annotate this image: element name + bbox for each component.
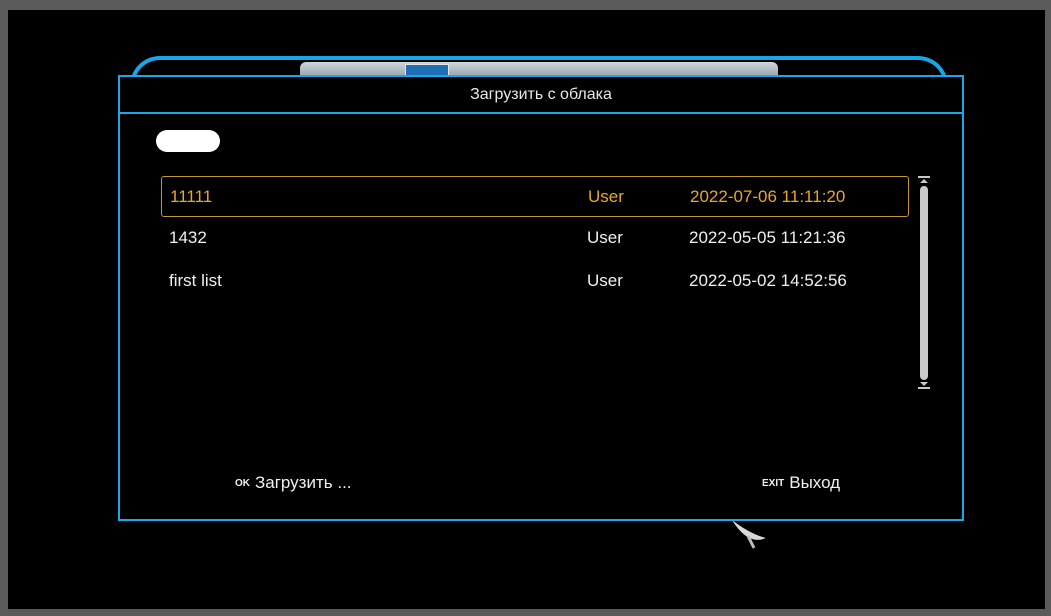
list-row[interactable]: first list User 2022-05-02 14:52:56 — [161, 260, 909, 303]
list-name-indicator — [156, 130, 220, 152]
dialog-footer: OK Загрузить ... EXIT Выход — [120, 473, 962, 497]
cloud-load-dialog: Загрузить с облака 11111 User 2022-07-06… — [118, 75, 964, 521]
scroll-down-icon[interactable] — [918, 381, 930, 389]
row-owner: User — [588, 187, 624, 206]
row-owner: User — [587, 228, 623, 247]
ok-key-icon: OK — [235, 477, 250, 489]
row-owner: User — [587, 271, 623, 290]
row-date: 2022-05-05 11:21:36 — [689, 228, 846, 247]
list-row-selected[interactable]: 11111 User 2022-07-06 11:11:20 — [161, 176, 909, 217]
cloud-list: 11111 User 2022-07-06 11:11:20 1432 User… — [161, 176, 909, 303]
satellite-dish-icon — [732, 520, 766, 549]
scroll-thumb[interactable] — [920, 186, 928, 380]
tv-screen: Загрузить с облака 11111 User 2022-07-06… — [8, 10, 1045, 609]
row-name: first list — [169, 271, 222, 290]
load-hint[interactable]: OK Загрузить ... — [235, 473, 352, 493]
row-date: 2022-05-02 14:52:56 — [689, 271, 847, 290]
row-name: 1432 — [169, 228, 207, 247]
row-date: 2022-07-06 11:11:20 — [690, 187, 846, 206]
list-scrollbar[interactable] — [917, 176, 931, 389]
exit-hint[interactable]: EXIT Выход — [762, 473, 840, 493]
list-row[interactable]: 1432 User 2022-05-05 11:21:36 — [161, 217, 909, 260]
row-name: 11111 — [170, 187, 213, 206]
dialog-title: Загрузить с облака — [120, 77, 962, 114]
scroll-up-icon[interactable] — [918, 176, 930, 183]
load-label: Загрузить ... — [255, 473, 352, 492]
exit-label: Выход — [789, 473, 841, 492]
exit-key-icon: EXIT — [762, 477, 785, 489]
